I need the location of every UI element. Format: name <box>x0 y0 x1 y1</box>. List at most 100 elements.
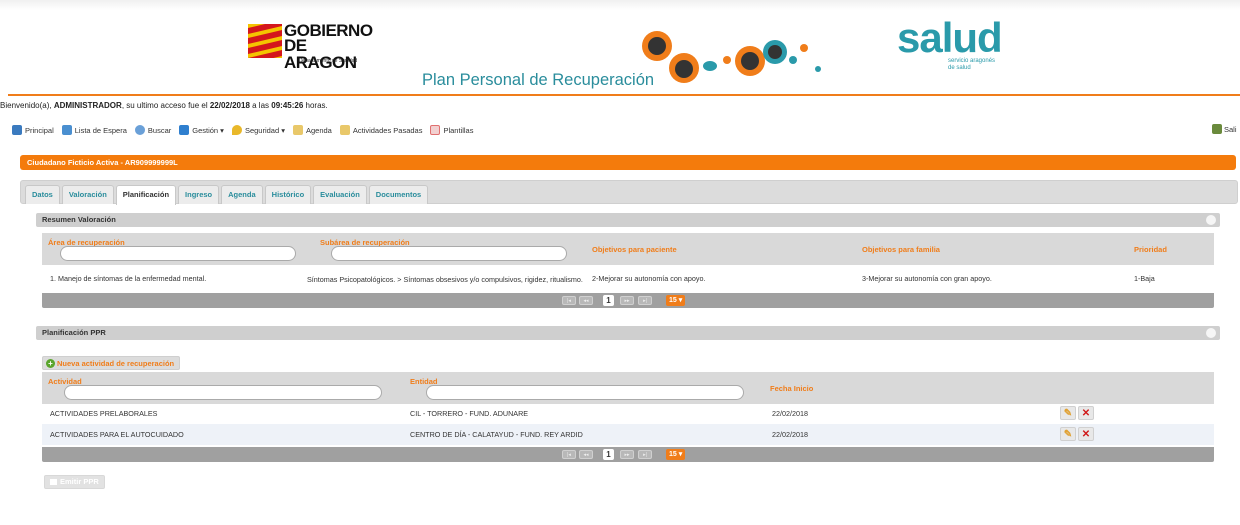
salud-sub-line2: de salud <box>948 65 971 71</box>
last-page-icon[interactable]: ▸| <box>638 450 652 459</box>
menu-item-agenda[interactable]: Agenda <box>292 125 332 135</box>
first-page-icon[interactable]: |◂ <box>562 450 576 459</box>
cell-entidad: CENTRO DE DÍA - CALATAYUD - FUND. REY AR… <box>410 430 583 439</box>
ppr-title: Planificación PPR <box>42 328 106 337</box>
tab-documentos[interactable]: Documentos <box>368 185 429 204</box>
col-obj-familia[interactable]: Objetivos para familia <box>862 245 940 254</box>
next-page-icon[interactable]: ▸▸ <box>620 296 634 305</box>
table-row[interactable]: ACTIVIDADES PARA EL AUTOCUIDADO CENTRO D… <box>42 424 1214 445</box>
salud-logo: salud servicio aragonés de salud <box>897 16 1017 76</box>
folder-icon <box>179 125 190 135</box>
table-row[interactable]: ACTIVIDADES PRELABORALES CIL - TORRERO -… <box>42 403 1214 424</box>
delete-icon[interactable]: ✕ <box>1078 406 1094 420</box>
new-activity-button[interactable]: + Nueva actividad de recuperación <box>42 356 181 370</box>
main-menu: Principal Lista de Espera Buscar Gestión… <box>12 124 481 136</box>
tab-datos[interactable]: Datos <box>25 185 60 204</box>
menu-label: Plantillas <box>443 125 474 135</box>
page-size-select[interactable]: 15 ▾ <box>666 295 686 306</box>
delete-icon[interactable]: ✕ <box>1078 427 1094 441</box>
departamento-text: Departamento de Sanidad <box>298 58 358 64</box>
patient-bar: Ciudadano Ficticio Activa - AR909999999L <box>20 155 1236 170</box>
aragon-flag-icon <box>248 24 282 58</box>
current-page[interactable]: 1 <box>603 295 614 306</box>
cell-subarea: Síntomas Psicopatológicos. > Síntomas ob… <box>307 274 583 284</box>
area-filter-input[interactable] <box>60 246 296 261</box>
menu-item-plantillas[interactable]: Plantillas <box>430 125 473 135</box>
resumen-title: Resumen Valoración <box>42 215 116 224</box>
exit-button[interactable]: Sali <box>1212 124 1237 134</box>
menu-item-principal[interactable]: Principal <box>12 125 54 135</box>
prev-page-icon[interactable]: ◂◂ <box>579 296 593 305</box>
col-prioridad[interactable]: Prioridad <box>1134 245 1167 254</box>
welcome-message: Bienvenido(a), ADMINISTRADOR, su ultimo … <box>0 101 328 110</box>
tab-bar: Datos Valoración Planificación Ingreso A… <box>20 180 1238 205</box>
resumen-pager: |◂ ◂◂ 1 ▸▸ ▸| 15 ▾ <box>42 293 1214 308</box>
menu-label: Lista de Espera <box>74 125 127 135</box>
menu-item-buscar[interactable]: Buscar <box>134 125 172 135</box>
tab-planificacion[interactable]: Planificación <box>115 185 177 205</box>
actividad-filter-input[interactable] <box>64 385 382 400</box>
welcome-time: 09:45:26 <box>271 101 304 110</box>
cell-fecha: 22/02/2018 <box>772 430 808 439</box>
entidad-filter-input[interactable] <box>426 385 744 400</box>
last-page-icon[interactable]: ▸| <box>638 296 652 305</box>
cell-actividad: ACTIVIDADES PRELABORALES <box>50 409 158 418</box>
menu-label: Seguridad ▾ <box>244 125 285 135</box>
history-icon <box>339 125 350 135</box>
tab-valoracion[interactable]: Valoración <box>61 185 114 204</box>
welcome-middle: , su ultimo acceso fue el <box>121 101 210 110</box>
cell-prioridad: 1-Baja <box>1134 274 1155 283</box>
col-obj-paciente[interactable]: Objetivos para paciente <box>592 245 677 254</box>
prev-page-icon[interactable]: ◂◂ <box>579 450 593 459</box>
cell-area: 1. Manejo de síntomas de la enfermedad m… <box>50 274 207 283</box>
menu-label: Actividades Pasadas <box>352 125 423 135</box>
cell-fecha: 22/02/2018 <box>772 409 808 418</box>
resumen-grid-header: Área de recuperación Subárea de recupera… <box>42 233 1214 265</box>
ppr-panel-header: Planificación PPR <box>36 326 1220 340</box>
tab-ingreso[interactable]: Ingreso <box>178 185 220 204</box>
first-page-icon[interactable]: |◂ <box>562 296 576 305</box>
cell-obj-paciente: 2-Mejorar su autonomía con apoyo. <box>592 274 706 283</box>
menu-item-gestion[interactable]: Gestión ▾ <box>179 125 224 135</box>
current-page[interactable]: 1 <box>603 449 614 460</box>
salud-word: salud <box>897 14 1003 61</box>
table-row[interactable]: 1. Manejo de síntomas de la enfermedad m… <box>42 268 1214 290</box>
recovery-icons-logo <box>642 31 821 83</box>
salud-sub-line1: servicio aragonés <box>948 58 996 64</box>
exit-icon <box>1212 124 1222 134</box>
list-icon <box>61 125 72 135</box>
welcome-suffix: horas. <box>303 101 328 110</box>
menu-item-actividades-pasadas[interactable]: Actividades Pasadas <box>339 125 423 135</box>
welcome-sep: a las <box>249 101 272 110</box>
gobierno-aragon-logo: GOBIERNO DE ARAGON Departamento de Sanid… <box>242 18 382 78</box>
subarea-filter-input[interactable] <box>331 246 567 261</box>
calendar-icon <box>292 125 303 135</box>
collapse-icon[interactable] <box>1206 328 1216 338</box>
row-actions: ✎ ✕ <box>1060 427 1096 441</box>
shield-icon <box>231 125 242 135</box>
search-icon <box>134 125 145 135</box>
edit-icon[interactable]: ✎ <box>1060 406 1076 420</box>
cell-entidad: CIL - TORRERO - FUND. ADUNARE <box>410 409 529 418</box>
menu-item-seguridad[interactable]: Seguridad ▾ <box>231 125 285 135</box>
tab-agenda[interactable]: Agenda <box>221 185 263 204</box>
menu-item-lista-espera[interactable]: Lista de Espera <box>61 125 127 135</box>
collapse-icon[interactable] <box>1206 215 1216 225</box>
page-size-select[interactable]: 15 ▾ <box>666 449 686 460</box>
menu-label: Principal <box>25 125 54 135</box>
menu-label: Agenda <box>305 125 332 135</box>
welcome-user: ADMINISTRADOR <box>53 101 122 110</box>
tab-historico[interactable]: Histórico <box>264 185 312 204</box>
ppr-pager: |◂ ◂◂ 1 ▸▸ ▸| 15 ▾ <box>42 447 1214 462</box>
col-fecha-inicio[interactable]: Fecha Inicio <box>770 384 813 393</box>
next-page-icon[interactable]: ▸▸ <box>620 450 634 459</box>
emit-ppr-label: Emitir PPR <box>60 477 99 486</box>
plus-icon: + <box>46 358 55 368</box>
menu-label: Buscar <box>147 125 172 135</box>
edit-icon[interactable]: ✎ <box>1060 427 1076 441</box>
salud-subtitle: servicio aragonés de salud <box>948 58 995 72</box>
tab-evaluacion[interactable]: Evaluación <box>313 185 367 204</box>
emit-ppr-button[interactable]: Emitir PPR <box>44 475 105 489</box>
welcome-date: 22/02/2018 <box>209 101 250 110</box>
top-shadow <box>0 0 1240 10</box>
